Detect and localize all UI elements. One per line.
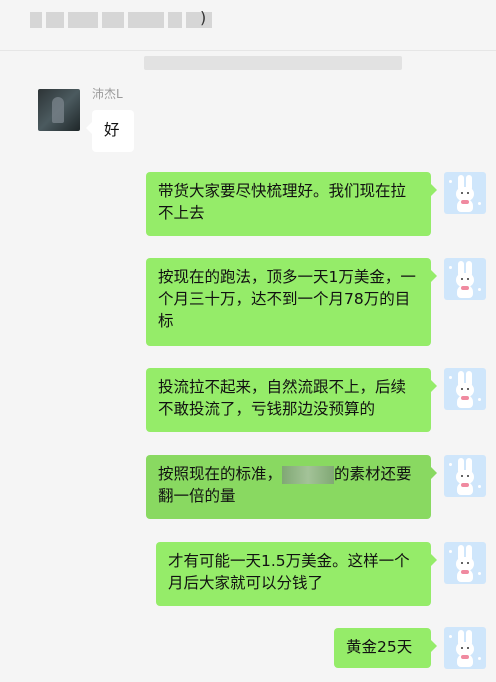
message-text: 黄金25天 [346, 638, 413, 656]
message-bubble-outgoing[interactable]: 带货大家要尽快梳理好。我们现在拉不上去 [146, 172, 437, 236]
bunny-avatar-icon[interactable] [444, 368, 486, 410]
message-bubble-outgoing[interactable]: 黄金25天 [334, 628, 437, 668]
message-bubble-incoming[interactable]: 好 [86, 110, 134, 152]
system-notice-redacted [144, 56, 402, 70]
message-bubble-outgoing[interactable]: 按照现在的标准， 的素材还要翻一倍的量 [146, 455, 437, 519]
message-text: 才有可能一天1.5万美金。这样一个月后大家就可以分钱了 [168, 552, 410, 592]
bunny-avatar-icon[interactable] [444, 627, 486, 669]
bunny-avatar-icon[interactable] [444, 455, 486, 497]
bunny-avatar-icon[interactable] [444, 172, 486, 214]
message-text: 按现在的跑法，顶多一天1万美金，一个月三十万，达不到一个月78万的目标 [158, 268, 416, 330]
chat-header: ) [0, 0, 496, 51]
message-bubble-outgoing[interactable]: 按现在的跑法，顶多一天1万美金，一个月三十万，达不到一个月78万的目标 [146, 258, 437, 346]
sender-name: 沛杰L [92, 87, 123, 101]
chat-title-suffix: ) [200, 8, 207, 27]
bunny-avatar-icon[interactable] [444, 542, 486, 584]
bunny-avatar-icon[interactable] [444, 258, 486, 300]
message-text: 投流拉不起来，自然流跟不上，后续不敢投流了，亏钱那边没预算的 [158, 378, 407, 418]
message-text-start: 按照现在的标准， [158, 465, 283, 483]
redacted-name [282, 465, 335, 484]
message-bubble-outgoing[interactable]: 投流拉不起来，自然流跟不上，后续不敢投流了，亏钱那边没预算的 [146, 368, 437, 432]
chat-title-redacted [30, 10, 220, 30]
message-text: 好 [104, 121, 120, 139]
message-bubble-outgoing[interactable]: 才有可能一天1.5万美金。这样一个月后大家就可以分钱了 [156, 542, 437, 606]
sender-avatar[interactable] [38, 89, 80, 131]
message-text: 带货大家要尽快梳理好。我们现在拉不上去 [158, 182, 407, 222]
